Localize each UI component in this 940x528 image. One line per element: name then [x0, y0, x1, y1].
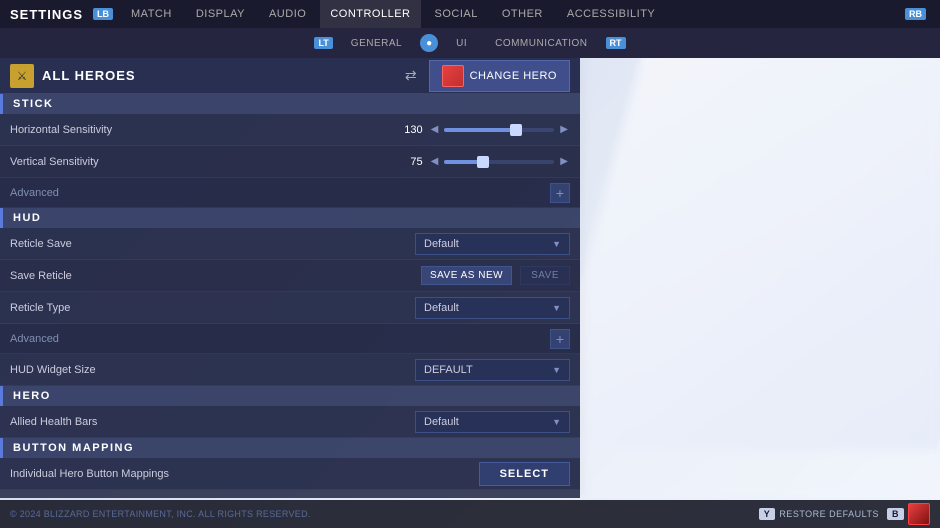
- app-title: SETTINGS: [10, 7, 83, 22]
- section-hero: HERO: [0, 386, 580, 406]
- left-panel: ⚔ ALL HEROES ⇄ CHANGE HERO STICK Horizon…: [0, 58, 580, 498]
- vertical-slider-left[interactable]: ◀: [429, 154, 441, 169]
- stick-advanced-expand[interactable]: +: [550, 183, 570, 203]
- reticle-type-label: Reticle Type: [10, 302, 415, 314]
- hero-thumb-icon: [908, 503, 930, 525]
- subnav-general[interactable]: GENERAL: [337, 28, 416, 58]
- tab-social[interactable]: SOCIAL: [425, 0, 488, 28]
- reticle-save-dropdown[interactable]: Default ▼: [415, 233, 570, 255]
- horizontal-slider-track[interactable]: [444, 128, 554, 132]
- b-badge: B: [887, 508, 904, 520]
- save-button[interactable]: SAVE: [520, 266, 570, 285]
- content-area: ⚔ ALL HEROES ⇄ CHANGE HERO STICK Horizon…: [0, 58, 940, 498]
- hero-header: ⚔ ALL HEROES ⇄ CHANGE HERO: [0, 58, 580, 94]
- reticle-type-value: Default: [424, 302, 459, 314]
- horizontal-sensitivity-label: Horizontal Sensitivity: [10, 124, 383, 136]
- hud-widget-size-value: DEFAULT: [424, 364, 473, 376]
- tab-display[interactable]: DISPLAY: [186, 0, 255, 28]
- hud-widget-size-arrow: ▼: [552, 365, 561, 375]
- hero-portrait: [442, 65, 464, 87]
- reticle-type-arrow: ▼: [552, 303, 561, 313]
- swap-icon[interactable]: ⇄: [401, 65, 421, 86]
- section-hud: HUD: [0, 208, 580, 228]
- horizontal-sensitivity-row: Horizontal Sensitivity 130 ◀ ▶: [0, 114, 580, 146]
- hud-widget-size-row: HUD Widget Size DEFAULT ▼: [0, 354, 580, 386]
- vertical-slider-thumb[interactable]: [477, 156, 489, 168]
- tab-controller[interactable]: CONTROLLER: [320, 0, 420, 28]
- bottom-bar: © 2024 BLIZZARD ENTERTAINMENT, INC. ALL …: [0, 500, 940, 528]
- back-action: B: [887, 503, 930, 525]
- hud-widget-size-dropdown[interactable]: DEFAULT ▼: [415, 359, 570, 381]
- horizontal-slider-fill: [444, 128, 516, 132]
- horizontal-slider-thumb[interactable]: [510, 124, 522, 136]
- horizontal-slider-container: ◀ ▶: [429, 122, 570, 137]
- reticle-type-dropdown[interactable]: Default ▼: [415, 297, 570, 319]
- save-reticle-label: Save Reticle: [10, 270, 413, 282]
- vertical-sensitivity-row: Vertical Sensitivity 75 ◀ ▶: [0, 146, 580, 178]
- allied-health-bars-row: Allied Health Bars Default ▼: [0, 406, 580, 438]
- save-reticle-row: Save Reticle SAVE AS NEW SAVE: [0, 260, 580, 292]
- vertical-slider-container: ◀ ▶: [429, 154, 570, 169]
- change-hero-label: CHANGE HERO: [470, 70, 557, 82]
- hud-advanced-label: Advanced: [10, 333, 550, 345]
- vertical-sensitivity-label: Vertical Sensitivity: [10, 156, 383, 168]
- subnav-dot: ●: [420, 34, 438, 52]
- section-stick: STICK: [0, 94, 580, 114]
- tab-other[interactable]: OTHER: [492, 0, 553, 28]
- section-button-mapping: BUTTON MAPPING: [0, 438, 580, 458]
- allied-health-bars-arrow: ▼: [552, 417, 561, 427]
- bottom-actions: Y RESTORE DEFAULTS B: [759, 503, 930, 525]
- vertical-sensitivity-value: 75: [383, 156, 423, 168]
- reticle-type-row: Reticle Type Default ▼: [0, 292, 580, 324]
- tab-accessibility[interactable]: ACCESSIBILITY: [557, 0, 665, 28]
- horizontal-slider-left[interactable]: ◀: [429, 122, 441, 137]
- hud-widget-size-label: HUD Widget Size: [10, 364, 415, 376]
- allied-health-bars-dropdown[interactable]: Default ▼: [415, 411, 570, 433]
- hero-icon: ⚔: [10, 64, 34, 88]
- select-button[interactable]: SELECT: [479, 462, 570, 486]
- sub-navigation: LT GENERAL ● UI COMMUNICATION RT: [0, 28, 940, 58]
- horizontal-slider-right[interactable]: ▶: [558, 122, 570, 137]
- reticle-save-arrow: ▼: [552, 239, 561, 249]
- restore-defaults-label: RESTORE DEFAULTS: [779, 509, 879, 519]
- stick-advanced-row: Advanced +: [0, 178, 580, 208]
- settings-content: STICK Horizontal Sensitivity 130 ◀ ▶ Ver…: [0, 94, 580, 498]
- restore-defaults-action: Y RESTORE DEFAULTS: [759, 508, 879, 520]
- hud-advanced-expand[interactable]: +: [550, 329, 570, 349]
- lt-badge[interactable]: LT: [314, 37, 332, 49]
- right-panel: [580, 58, 940, 498]
- hud-advanced-row: Advanced +: [0, 324, 580, 354]
- subnav-communication[interactable]: COMMUNICATION: [481, 28, 601, 58]
- button-mapping-label: Individual Hero Button Mappings: [10, 468, 479, 480]
- allied-health-bars-value: Default: [424, 416, 459, 428]
- reticle-save-label: Reticle Save: [10, 238, 415, 250]
- lb-badge[interactable]: LB: [93, 8, 113, 20]
- y-badge: Y: [759, 508, 776, 520]
- subnav-ui[interactable]: UI: [442, 28, 481, 58]
- top-navigation: SETTINGS LB MATCH DISPLAY AUDIO CONTROLL…: [0, 0, 940, 28]
- rt-badge[interactable]: RT: [606, 37, 626, 49]
- copyright-text: © 2024 BLIZZARD ENTERTAINMENT, INC. ALL …: [10, 509, 759, 519]
- allied-health-bars-label: Allied Health Bars: [10, 416, 415, 428]
- vertical-slider-right[interactable]: ▶: [558, 154, 570, 169]
- reticle-save-value: Default: [424, 238, 459, 250]
- horizontal-sensitivity-value: 130: [383, 124, 423, 136]
- save-as-new-button[interactable]: SAVE AS NEW: [421, 266, 512, 285]
- tab-audio[interactable]: AUDIO: [259, 0, 316, 28]
- change-hero-button[interactable]: CHANGE HERO: [429, 60, 570, 92]
- vertical-slider-track[interactable]: [444, 160, 554, 164]
- tab-match[interactable]: MATCH: [121, 0, 182, 28]
- stick-advanced-label: Advanced: [10, 187, 550, 199]
- rb-badge[interactable]: RB: [905, 8, 926, 20]
- reticle-save-row: Reticle Save Default ▼: [0, 228, 580, 260]
- hero-name: ALL HEROES: [42, 68, 393, 83]
- button-mapping-row: Individual Hero Button Mappings SELECT: [0, 458, 580, 490]
